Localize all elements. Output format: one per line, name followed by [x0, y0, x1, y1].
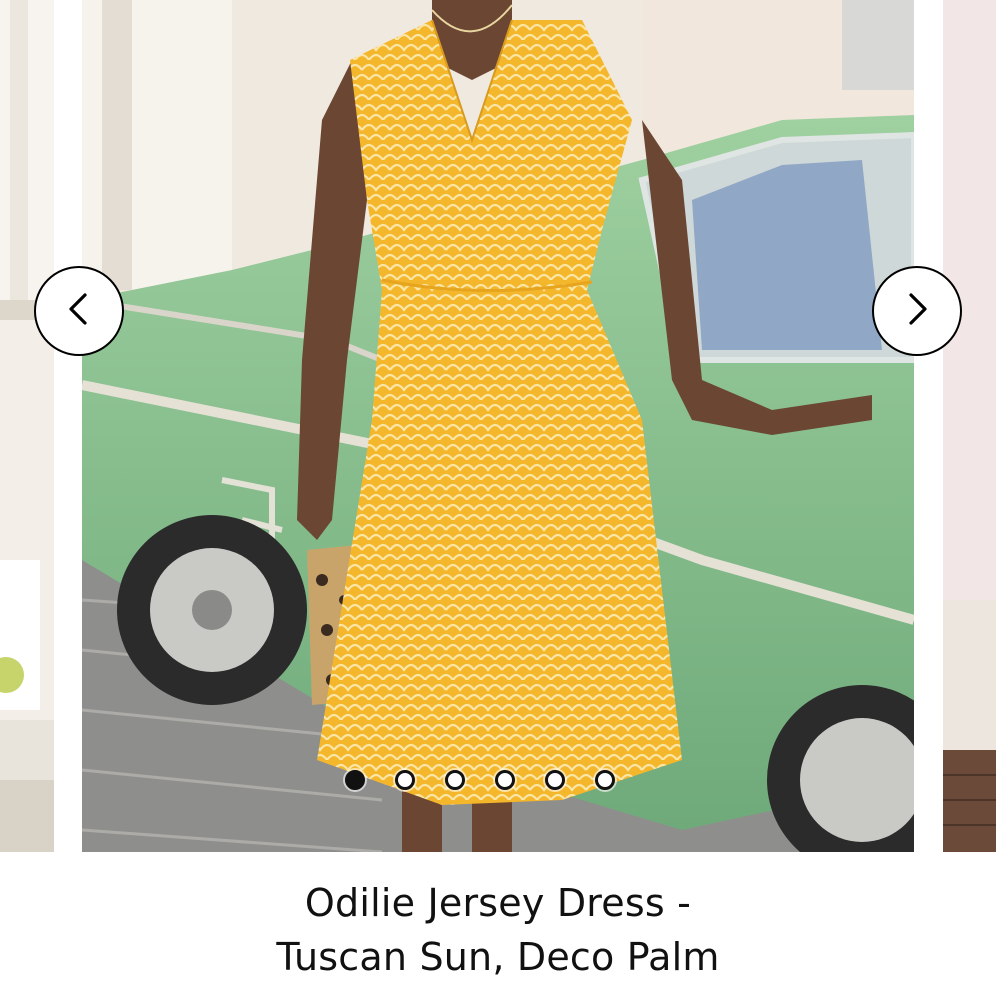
previous-slide-button[interactable]: [34, 266, 124, 356]
carousel-dot[interactable]: [395, 770, 415, 790]
product-image-carousel[interactable]: [0, 0, 996, 852]
chevron-right-icon: [897, 289, 937, 334]
next-slide-button[interactable]: [872, 266, 962, 356]
previous-slide-peek: [0, 0, 54, 852]
product-photo: [82, 0, 914, 852]
chevron-left-icon: [59, 289, 99, 334]
carousel-pagination: [345, 766, 615, 794]
carousel-dot[interactable]: [445, 770, 465, 790]
carousel-dot[interactable]: [345, 770, 365, 790]
product-title-line-2: Tuscan Sun, Deco Palm: [276, 935, 720, 979]
product-title: Odilie Jersey Dress - Tuscan Sun, Deco P…: [0, 876, 996, 984]
carousel-dot[interactable]: [545, 770, 565, 790]
carousel-dot[interactable]: [495, 770, 515, 790]
carousel-dot[interactable]: [595, 770, 615, 790]
next-slide-peek: [943, 0, 996, 852]
product-title-line-1: Odilie Jersey Dress -: [304, 881, 692, 925]
